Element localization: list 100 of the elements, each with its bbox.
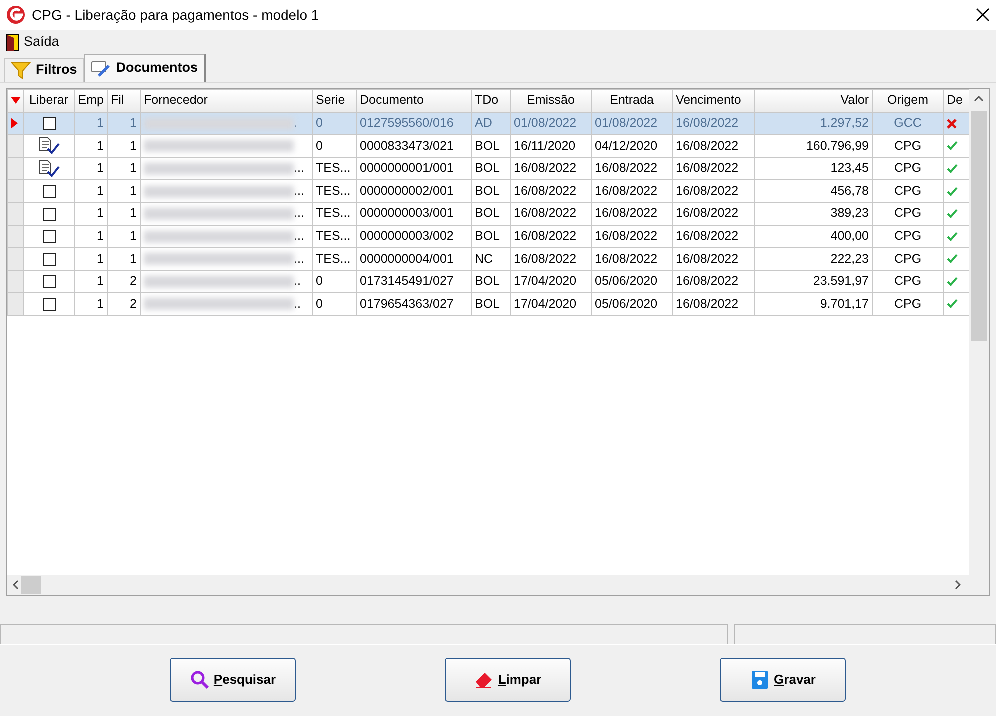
table-cell: 160.796,99: [754, 134, 872, 158]
table-cell: 0: [312, 270, 356, 293]
table-cell: 0173145491/027: [356, 270, 472, 293]
table-cell: 1: [108, 134, 140, 158]
column-header[interactable]: Emp: [74, 90, 108, 112]
table-cell: 17/04/2020: [510, 292, 592, 316]
table-cell: 1: [108, 180, 140, 202]
table-cell: 1: [108, 112, 140, 135]
table-row[interactable]: 1 2 .. 0 0173145491/027 BOL 17/04/2020 05/06/2020 16/08/2022 23.591,97 CPG: [8, 270, 970, 293]
table-cell: 0179654363/027: [356, 292, 472, 316]
table-cell: NC: [472, 248, 510, 270]
close-icon: [976, 8, 990, 22]
column-header[interactable]: Documento: [356, 90, 472, 112]
column-header[interactable]: Serie: [312, 90, 356, 112]
table-cell: 0: [312, 292, 356, 316]
table-row[interactable]: 1 1 0 0000833473/021 BOL 16/11/2020 04/12/2020 16/08/2022 160.796,99 CPG: [8, 134, 970, 158]
table-cell: BOL: [472, 270, 510, 293]
table-cell: 0000000002/001: [356, 180, 472, 202]
table-cell: 1: [108, 202, 140, 226]
table-cell: CPG: [872, 225, 944, 248]
app-logo-icon: [6, 5, 26, 25]
table-cell: 400,00: [754, 225, 872, 248]
table-cell: 16/08/2022: [510, 248, 592, 270]
table-cell: 16/08/2022: [592, 202, 672, 226]
table-row[interactable]: 1 1 ... TES... 0000000003/001 BOL 16/08/2022 16/08/2022 16/08/2022 389,23 CPG: [8, 202, 970, 226]
table-cell: 0: [312, 112, 356, 135]
column-header[interactable]: Valor: [754, 90, 872, 112]
sort-indicator-icon: [11, 97, 21, 106]
table-cell: 16/08/2022: [592, 157, 672, 180]
window-title: CPG - Liberação para pagamentos - modelo 1: [32, 6, 320, 25]
scroll-thumb[interactable]: [971, 111, 987, 341]
table-row[interactable]: 1 1 ... TES... 0000000001/001 BOL 16/08/2022 16/08/2022 16/08/2022 123,45 CPG: [8, 157, 970, 180]
table-cell: 0000000004/001: [356, 248, 472, 270]
table-cell: 05/06/2020: [592, 270, 672, 293]
table-cell: BOL: [472, 157, 510, 180]
document-pen-icon: [91, 60, 112, 78]
horizontal-scrollbar[interactable]: [7, 575, 989, 595]
column-header[interactable]: Liberar: [24, 90, 74, 112]
table-cell: 1: [74, 157, 108, 180]
table-cell: 16/08/2022: [510, 225, 592, 248]
table-cell: TES...: [312, 225, 356, 248]
table-cell: 05/06/2020: [592, 292, 672, 316]
table-cell: 2: [108, 292, 140, 316]
table-cell: 16/08/2022: [672, 157, 754, 180]
column-header[interactable]: Fil: [108, 90, 140, 112]
tab[interactable]: Documentos: [84, 54, 206, 82]
table-cell: BOL: [472, 134, 510, 158]
table-row[interactable]: 1 1 . 0 0127595560/016 AD 01/08/2022 01/08/2022 16/08/2022 1.297,52 GCC: [8, 112, 970, 135]
table-cell: 0000000003/002: [356, 225, 472, 248]
column-header[interactable]: TDo: [472, 90, 510, 112]
funnel-icon: [11, 62, 31, 80]
column-header[interactable]: Emissão: [510, 90, 592, 112]
table-cell: ...: [294, 184, 304, 198]
table-row[interactable]: 1 1 ... TES... 0000000002/001 BOL 16/08/2022 16/08/2022 16/08/2022 456,78 CPG: [8, 180, 970, 202]
table-cell: ...: [294, 206, 304, 220]
vertical-scrollbar[interactable]: [969, 89, 989, 575]
table-cell: 16/08/2022: [592, 248, 672, 270]
search-button[interactable]: Pesquisar: [170, 658, 296, 702]
column-header[interactable]: De: [944, 90, 970, 112]
door-icon: [6, 34, 20, 52]
table-cell: 1.297,52: [754, 112, 872, 135]
table-cell: 01/08/2022: [510, 112, 592, 135]
table-cell: ..: [294, 296, 301, 311]
column-header[interactable]: Origem: [872, 90, 944, 112]
table-cell: TES...: [312, 157, 356, 180]
search-icon: [190, 670, 210, 690]
table-cell: CPG: [872, 202, 944, 226]
table-cell: 1: [74, 180, 108, 202]
table-cell: 16/08/2022: [510, 202, 592, 226]
table-cell: 1: [108, 157, 140, 180]
table-cell: BOL: [472, 292, 510, 316]
table-cell: 16/08/2022: [672, 202, 754, 226]
table-cell: 0127595560/016: [356, 112, 472, 135]
table-cell: CPG: [872, 248, 944, 270]
table-cell: CPG: [872, 157, 944, 180]
scroll-thumb[interactable]: [21, 576, 41, 594]
table-row[interactable]: 1 1 ... TES... 0000000004/001 NC 16/08/2022 16/08/2022 16/08/2022 222,23 CPG: [8, 248, 970, 270]
column-header[interactable]: Fornecedor: [140, 90, 312, 112]
column-header[interactable]: Vencimento: [672, 90, 754, 112]
eraser-icon: [474, 670, 494, 690]
table-cell: 1: [74, 292, 108, 316]
table-cell: 16/11/2020: [510, 134, 592, 158]
table-cell: ...: [294, 228, 304, 243]
table-cell: BOL: [472, 180, 510, 202]
clear-button[interactable]: Limpar: [445, 658, 571, 702]
table-cell: GCC: [872, 112, 944, 135]
save-button[interactable]: Gravar: [720, 658, 846, 702]
tab[interactable]: Filtros: [4, 58, 84, 82]
table-cell: ...: [294, 161, 304, 176]
table-cell: 01/08/2022: [592, 112, 672, 135]
table-cell: CPG: [872, 270, 944, 293]
column-header[interactable]: Entrada: [592, 90, 672, 112]
table-cell: BOL: [472, 202, 510, 226]
table-row[interactable]: 1 2 .. 0 0179654363/027 BOL 17/04/2020 05/06/2020 16/08/2022 9.701,17 CPG: [8, 292, 970, 316]
table-row[interactable]: 1 1 ... TES... 0000000003/002 BOL 16/08/2022 16/08/2022 16/08/2022 400,00 CPG: [8, 225, 970, 248]
table-cell: AD: [472, 112, 510, 135]
scroll-right-icon: [955, 580, 961, 590]
table-cell: 222,23: [754, 248, 872, 270]
menu-item[interactable]: Saída: [4, 32, 62, 53]
table-cell: 1: [108, 225, 140, 248]
